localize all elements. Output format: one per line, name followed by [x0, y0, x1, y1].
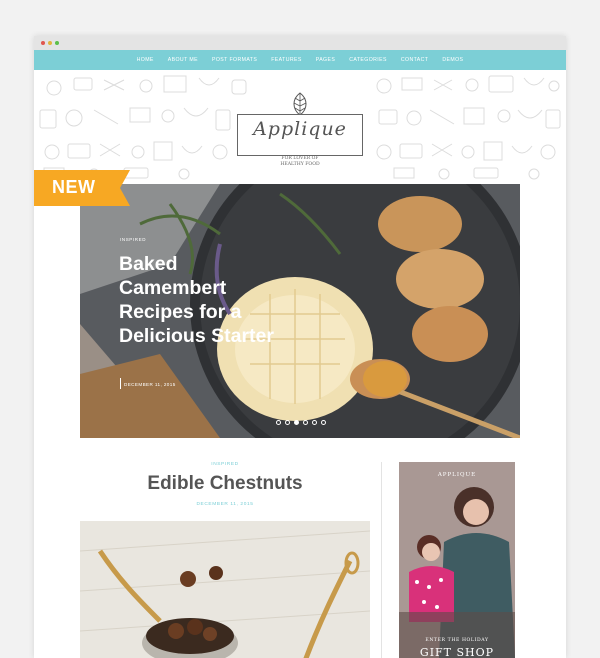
post-category[interactable]: Inspired [80, 462, 370, 467]
new-ribbon-label: NEW [52, 177, 96, 197]
nav-item-categories[interactable]: Categories [349, 57, 387, 63]
site-logo[interactable]: Applique For lover of healthy food [237, 92, 363, 170]
slider-dot-4[interactable] [303, 420, 308, 425]
post-title[interactable]: Edible Chestnuts [80, 473, 370, 495]
slider-dot-3[interactable] [294, 420, 299, 425]
slider-dot-6[interactable] [321, 420, 326, 425]
nav-item-home[interactable]: Home [137, 57, 154, 63]
browser-titlebar [34, 36, 566, 50]
nav-item-post-formats[interactable]: Post Formats [212, 57, 257, 63]
post-header: Inspired Edible Chestnuts December 11, 2… [80, 458, 370, 507]
hero-date-divider [120, 378, 121, 389]
minimize-window-dot[interactable] [48, 41, 52, 45]
ad-brand: APPLIQUE [437, 472, 477, 478]
main-navigation: Home About Me Post Formats Features Page… [34, 50, 566, 70]
chestnuts-photo [80, 521, 370, 658]
sidebar-divider [381, 462, 382, 658]
nav-item-contact[interactable]: Contact [401, 57, 429, 63]
hero-date: December 11, 2015 [124, 382, 176, 387]
nav-item-features[interactable]: Features [271, 57, 301, 63]
nav-item-demos[interactable]: Demos [442, 57, 463, 63]
nav-item-pages[interactable]: Pages [316, 57, 336, 63]
ad-enter-text: ENTER THE HOLIDAY [425, 638, 489, 643]
hero-title[interactable]: Baked Camembert Recipes for a Delicious … [119, 252, 279, 348]
maximize-window-dot[interactable] [55, 41, 59, 45]
logo-tagline: For lover of healthy food [237, 156, 363, 168]
featured-slider[interactable]: Inspired Baked Camembert Recipes for a D… [80, 184, 520, 438]
close-window-dot[interactable] [41, 41, 45, 45]
slider-dot-2[interactable] [285, 420, 290, 425]
ad-headline: GIFT SHOP [419, 646, 495, 658]
family-baking-photo [399, 462, 515, 658]
slider-pagination [276, 420, 326, 425]
post-date: December 11, 2015 [196, 502, 254, 507]
logo-name: Applique [253, 118, 347, 140]
post-featured-image[interactable] [80, 521, 370, 658]
gift-shop-ad[interactable]: APPLIQUE ENTER THE HOLIDAY GIFT SHOP [399, 462, 515, 658]
slider-dot-1[interactable] [276, 420, 281, 425]
slider-dot-5[interactable] [312, 420, 317, 425]
site-header: Applique For lover of healthy food [34, 70, 566, 182]
logo-tagline-line-2: healthy food [280, 162, 320, 167]
hero-category[interactable]: Inspired [120, 237, 146, 242]
nav-item-about-me[interactable]: About Me [168, 57, 198, 63]
browser-window: Home About Me Post Formats Features Page… [34, 36, 566, 658]
